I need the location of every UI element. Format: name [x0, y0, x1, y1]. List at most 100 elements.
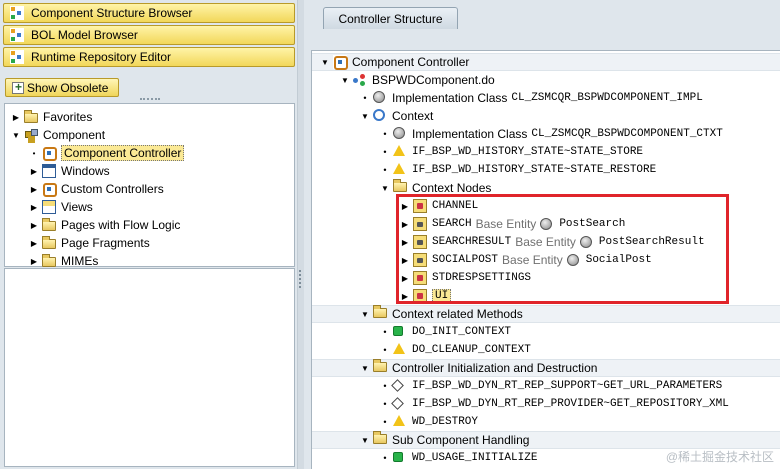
tree-item-views[interactable]: ▶ Views [5, 198, 294, 216]
tree-node-if-bsp-wd-dyn-rt-rep-support-get-url-parameters[interactable]: • IF_BSP_WD_DYN_RT_REP_SUPPORT~GET_URL_PA… [312, 377, 780, 395]
tree-node-implementation-class[interactable]: • Implementation Class CL_ZSMCQR_BSPWDCOMP… [312, 89, 780, 107]
warning-icon [393, 415, 407, 429]
tree-node-if-bsp-wd-history-state-state-restore[interactable]: • IF_BSP_WD_HISTORY_STATE~STATE_RESTORE [312, 161, 780, 179]
tree-node-context-related-methods[interactable]: ▼ Context related Methods [312, 305, 780, 323]
collapsed-arrow-icon[interactable]: ▶ [29, 238, 39, 248]
warning-icon-shape [393, 415, 405, 426]
expanded-arrow-icon[interactable]: ▼ [380, 183, 390, 193]
entity-icon [579, 236, 592, 248]
pane-splitter[interactable] [297, 0, 304, 469]
warning-icon [393, 145, 407, 159]
tree-item-pages-with-flow-logic[interactable]: ▶ Pages with Flow Logic [5, 216, 294, 234]
window-icon [42, 164, 56, 178]
collapsed-arrow-icon[interactable]: ▶ [29, 202, 39, 212]
expanded-arrow-icon[interactable]: ▼ [360, 309, 370, 319]
locked-node-icon [413, 235, 427, 249]
tree-node-do-cleanup-context[interactable]: • DO_CLEANUP_CONTEXT [312, 341, 780, 359]
tree-node-label: DO_INIT_CONTEXT [412, 326, 512, 338]
locked-node-icon-shape [413, 253, 427, 267]
folder-icon [24, 110, 38, 123]
implemented-icon-shape [393, 326, 403, 336]
runtime-repository-editor-button[interactable]: Runtime Repository Editor [3, 47, 295, 67]
tree-node-search[interactable]: ▶ SEARCH Base Entity PostSearch [312, 215, 780, 233]
tree-item-windows[interactable]: ▶ Windows [5, 162, 294, 180]
tree-node-ui[interactable]: ▶ UI [312, 287, 780, 305]
tree-node-wd-destroy[interactable]: • WD_DESTROY [312, 413, 780, 431]
bullet-icon: • [383, 417, 387, 427]
bullet-icon: • [383, 165, 387, 175]
resize-grip[interactable] [140, 98, 160, 101]
tree-node-implementation-class[interactable]: • Implementation Class CL_ZSMCQR_BSPWDCOMP… [312, 125, 780, 143]
folder-icon-shape [373, 431, 387, 444]
class-icon [393, 127, 407, 141]
tree-node-if-bsp-wd-dyn-rt-rep-provider-get-repository-xml[interactable]: • IF_BSP_WD_DYN_RT_REP_PROVIDER~GET_REPOS… [312, 395, 780, 413]
show-obsolete-label: Show Obsolete [27, 80, 109, 95]
tree-node-context[interactable]: ▼ Context [312, 107, 780, 125]
bullet-icon: • [383, 399, 387, 409]
tree-item-custom-controllers[interactable]: ▶ Custom Controllers [5, 180, 294, 198]
expanded-arrow-icon[interactable]: ▼ [11, 130, 21, 140]
collapsed-arrow-icon[interactable]: ▶ [29, 166, 39, 176]
tree-item-page-fragments[interactable]: ▶ Page Fragments [5, 234, 294, 252]
expanded-arrow-icon[interactable]: ▼ [340, 75, 350, 85]
tree-item-label: Favorites [43, 110, 93, 124]
expanded-arrow-icon[interactable]: ▼ [360, 363, 370, 373]
expanded-arrow-icon[interactable]: ▼ [320, 57, 330, 67]
tree-item-favorites[interactable]: ▶ Favorites [5, 108, 294, 126]
collapsed-arrow-icon[interactable]: ▶ [29, 184, 39, 194]
class-icon [373, 91, 387, 105]
folder-icon-shape [373, 305, 387, 318]
collapsed-arrow-icon[interactable]: ▶ [29, 256, 39, 266]
implementation-class-name: CL_ZSMCQR_BSPWDCOMPONENT_CTXT [531, 128, 723, 140]
tree-item-label: Component [43, 128, 106, 142]
collapsed-arrow-icon[interactable]: ▶ [11, 112, 21, 122]
expanded-arrow-icon[interactable]: ▼ [360, 111, 370, 121]
base-entity-label: Base Entity [515, 235, 576, 249]
bol-model-browser-button[interactable]: BOL Model Browser [3, 25, 295, 45]
folder-icon [373, 431, 387, 447]
method-icon [391, 397, 407, 411]
tree-item-label: Windows [61, 164, 110, 178]
bsp-component-icon [353, 73, 367, 87]
locked-node-icon-shape [413, 235, 427, 249]
splitter-grip[interactable] [299, 270, 302, 288]
tree-node-searchresult[interactable]: ▶ SEARCHRESULT Base Entity PostSearchResult [312, 233, 780, 251]
collapsed-arrow-icon[interactable]: ▶ [400, 273, 410, 283]
tree-node-do-init-context[interactable]: • DO_INIT_CONTEXT [312, 323, 780, 341]
collapsed-arrow-icon[interactable]: ▶ [400, 237, 410, 247]
class-icon-shape [393, 127, 405, 139]
tree-node-bspwdcomponent-do[interactable]: ▼ BSPWDComponent.do [312, 71, 780, 89]
tab-controller-structure[interactable]: Controller Structure [323, 7, 458, 29]
collapsed-arrow-icon[interactable]: ▶ [400, 219, 410, 229]
tree-node-controller-initialization-and-destruction[interactable]: ▼ Controller Initialization and Destructi… [312, 359, 780, 377]
lower-panel [4, 268, 295, 467]
tree-item-component-controller[interactable]: • Component Controller [5, 144, 294, 162]
tree-node-label: WD_USAGE_INITIALIZE [412, 452, 538, 464]
tree-node-label: UI [432, 289, 452, 303]
tree-item-label: Views [61, 200, 93, 214]
tree-node-component-controller[interactable]: ▼ Component Controller [312, 53, 780, 71]
collapsed-arrow-icon[interactable]: ▶ [400, 255, 410, 265]
show-obsolete-button[interactable]: Show Obsolete [5, 78, 119, 97]
view-icon [42, 200, 56, 214]
collapsed-arrow-icon[interactable]: ▶ [29, 220, 39, 230]
base-entity-name: PostSearch [559, 218, 626, 230]
bullet-icon: • [383, 345, 387, 355]
tree-node-context-nodes[interactable]: ▼ Context Nodes [312, 179, 780, 197]
tree-item-label: Component Controller [61, 145, 185, 161]
context-node-icon [413, 289, 427, 303]
tree-node-socialpost[interactable]: ▶ SOCIALPOST Base Entity SocialPost [312, 251, 780, 269]
component-structure-browser-button[interactable]: Component Structure Browser [3, 3, 295, 23]
tree-node-stdrespsettings[interactable]: ▶ STDRESPSETTINGS [312, 269, 780, 287]
collapsed-arrow-icon[interactable]: ▶ [400, 291, 410, 301]
tree-node-if-bsp-wd-history-state-state-store[interactable]: • IF_BSP_WD_HISTORY_STATE~STATE_STORE [312, 143, 780, 161]
tree-item-label: Custom Controllers [61, 182, 164, 196]
plus-icon [12, 80, 24, 94]
component-controller-icon-shape [333, 55, 348, 70]
tree-node-channel[interactable]: ▶ CHANNEL [312, 197, 780, 215]
collapsed-arrow-icon[interactable]: ▶ [400, 201, 410, 211]
tree-item-component[interactable]: ▼ Component [5, 126, 294, 144]
tree-node-sub-component-handling[interactable]: ▼ Sub Component Handling [312, 431, 780, 449]
expanded-arrow-icon[interactable]: ▼ [360, 435, 370, 445]
context-icon-shape [373, 109, 385, 121]
